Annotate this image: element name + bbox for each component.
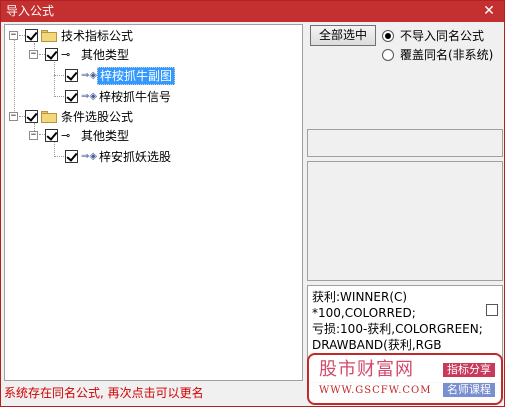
tree-node-formula[interactable]: ⇒◈ 梓桉抓牛信号 — [5, 88, 205, 106]
checkbox-formula[interactable] — [65, 90, 78, 103]
tree-node-label: 梓桉抓牛信号 — [99, 90, 172, 104]
radio-label: 不导入同名公式 — [400, 29, 485, 43]
collapse-icon[interactable]: − — [9, 31, 18, 40]
collapse-icon[interactable]: − — [29, 50, 38, 59]
code-line: 获利:WINNER(C) — [312, 290, 408, 304]
checkbox-other-types[interactable] — [45, 48, 58, 61]
tree-node-other-types[interactable]: − ⊸ 其他类型 — [5, 127, 205, 145]
tree-node-other-types[interactable]: − ⊸ 其他类型 — [5, 46, 205, 64]
status-message: 系统存在同名公式, 再次点击可以更名 — [4, 386, 204, 400]
watermark-url: WWW.GSCFW.COM — [319, 385, 432, 396]
watermark-tag: 指标分享 — [443, 363, 495, 377]
tree-node-formula[interactable]: ⇒◈ 梓桉抓牛副图 — [5, 67, 205, 85]
tree-node-indicator-formulas[interactable]: − 技术指标公式 — [5, 27, 205, 45]
checkbox-formula[interactable] — [65, 69, 78, 82]
checkbox-other-types[interactable] — [45, 129, 58, 142]
titlebar: 导入公式 ✕ — [1, 1, 504, 22]
import-formula-dialog: 导入公式 ✕ − 技术指标公式 − ⊸ 其他类型 ⇒◈ 梓桉抓牛副图 ⇒◈ 梓桉… — [0, 0, 505, 407]
site-watermark: 股市财富网 WWW.GSCFW.COM 指标分享 名师课程 — [307, 353, 503, 405]
collapse-icon[interactable]: − — [9, 112, 18, 121]
formula-icon: ⇒◈ — [81, 91, 98, 102]
key-icon: ⊸ — [61, 48, 71, 61]
checkbox-screening-formulas[interactable] — [25, 110, 38, 123]
window-title: 导入公式 — [6, 4, 55, 18]
tree-node-label-selected: 梓桉抓牛副图 — [97, 67, 176, 85]
tree-node-label: 梓安抓妖选股 — [99, 150, 172, 164]
formula-tree[interactable]: − 技术指标公式 − ⊸ 其他类型 ⇒◈ 梓桉抓牛副图 ⇒◈ 梓桉抓牛信号 − … — [4, 24, 303, 381]
watermark-tag: 名师课程 — [443, 383, 495, 397]
collapse-icon[interactable]: − — [29, 131, 38, 140]
radio-label: 覆盖同名(非系统) — [400, 48, 494, 62]
radio-overwrite-duplicates[interactable]: 覆盖同名(非系统) — [382, 46, 493, 63]
key-icon: ⊸ — [61, 129, 71, 142]
formula-icon: ⇒◈ — [81, 151, 98, 162]
tree-node-label: 其他类型 — [81, 129, 130, 143]
tree-node-label: 其他类型 — [81, 48, 130, 62]
radio-button-checked[interactable] — [382, 29, 394, 42]
tree-node-label: 条件选股公式 — [61, 110, 134, 124]
select-all-button[interactable]: 全部选中 — [310, 25, 376, 46]
folder-icon — [41, 111, 57, 123]
tree-node-label: 技术指标公式 — [61, 29, 134, 43]
checkbox-formula[interactable] — [65, 150, 78, 163]
radio-skip-duplicates[interactable]: 不导入同名公式 — [382, 27, 484, 44]
folder-icon — [41, 30, 57, 42]
formula-name-field — [307, 129, 503, 157]
formula-description-area — [307, 161, 503, 281]
watermark-title: 股市财富网 — [319, 359, 414, 380]
radio-button[interactable] — [382, 48, 394, 61]
tree-node-screening-formulas[interactable]: − 条件选股公式 — [5, 108, 205, 126]
checkbox-indicator-formulas[interactable] — [25, 29, 38, 42]
code-line: *100,COLORRED; — [312, 306, 416, 320]
close-icon[interactable]: ✕ — [482, 4, 496, 18]
code-line: DRAWBAND(获利,RGB — [312, 338, 442, 352]
code-checkbox[interactable] — [486, 304, 498, 316]
tree-node-formula[interactable]: ⇒◈ 梓安抓妖选股 — [5, 148, 205, 166]
formula-icon: ⇒◈ — [81, 70, 98, 81]
code-line: 亏损:100-获利,COLORGREEN; — [312, 322, 483, 336]
